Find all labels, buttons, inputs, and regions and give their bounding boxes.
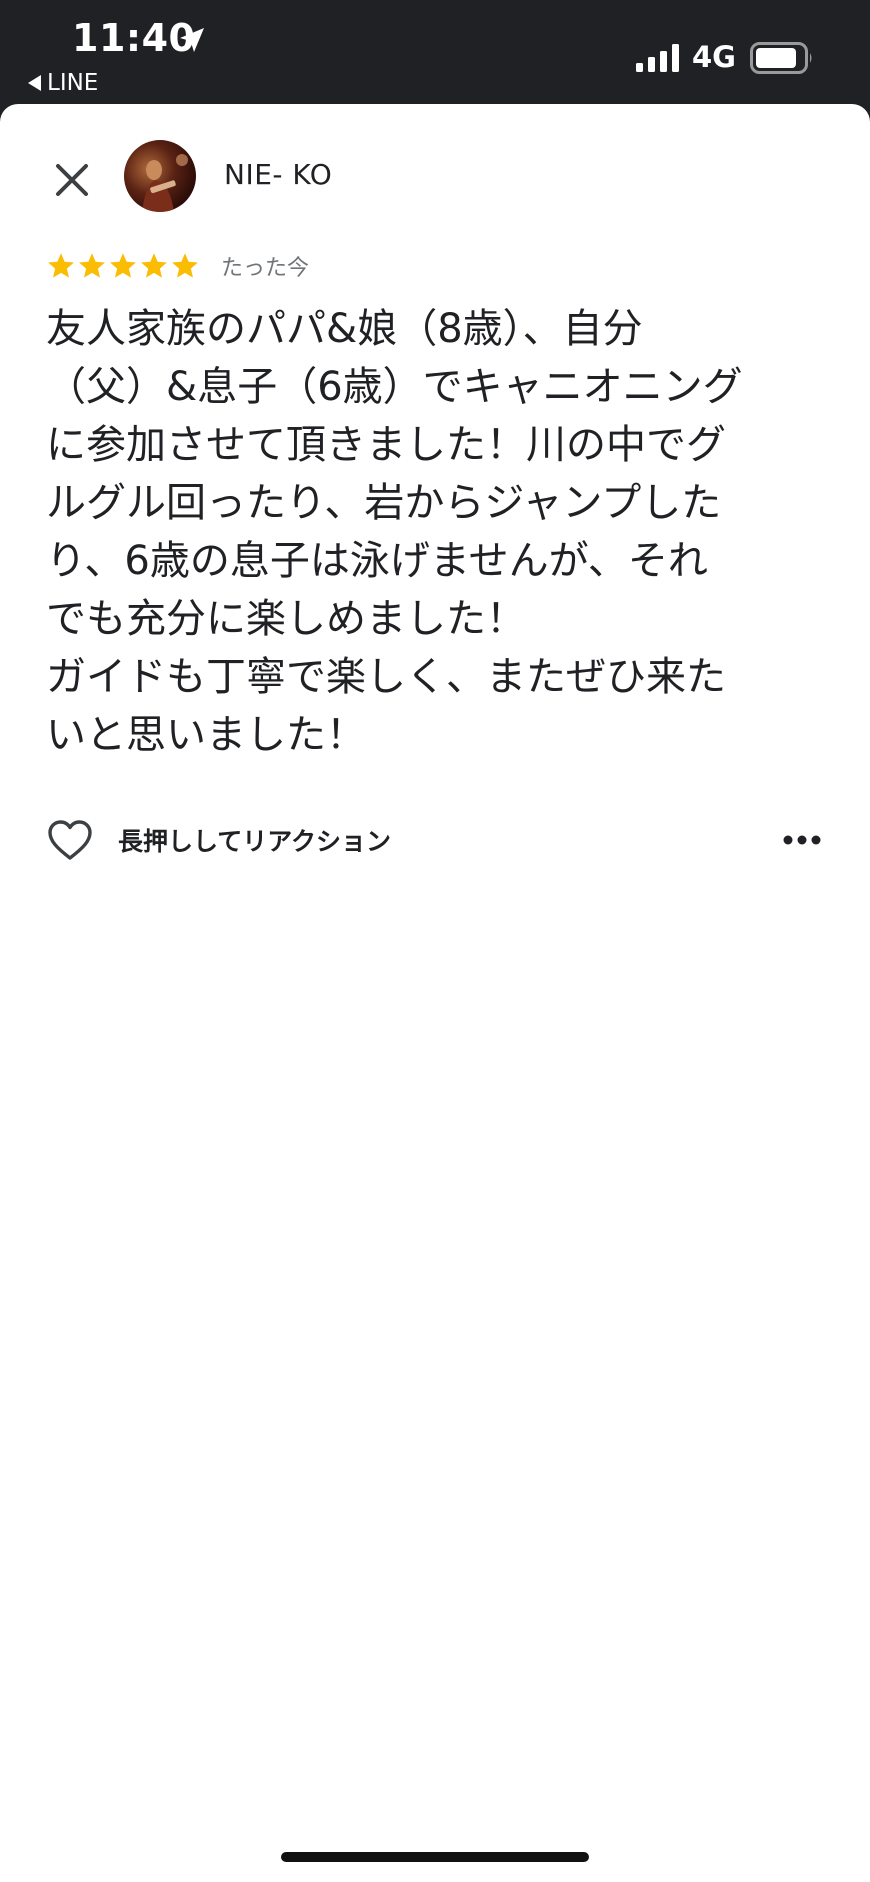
- star-icon: [79, 253, 105, 278]
- star-icon: [172, 253, 198, 278]
- heart-outline-icon: [48, 820, 92, 860]
- status-bar: 11:40 LINE 4G: [0, 0, 870, 108]
- battery-icon: [750, 42, 812, 74]
- home-indicator[interactable]: [281, 1852, 589, 1862]
- avatar: [124, 140, 196, 212]
- more-horizontal-icon: [783, 835, 821, 845]
- location-arrow-icon: [180, 28, 204, 52]
- signal-bars-icon: [636, 44, 679, 72]
- reaction-row: 長押ししてリアクション: [46, 812, 826, 868]
- reaction-label: 長押ししてリアクション: [118, 827, 392, 856]
- back-to-app-link[interactable]: LINE: [28, 70, 98, 96]
- close-button[interactable]: [44, 152, 100, 208]
- star-icon: [141, 253, 167, 278]
- user-name: NIE- KO: [224, 158, 333, 191]
- network-type: 4G: [692, 40, 736, 74]
- review-sheet: NIE- KO たった今 友人家族のパパ&娘（8歳）、自分 （父）&息子（6歳）…: [0, 104, 870, 1882]
- more-options-button[interactable]: [778, 818, 826, 862]
- reaction-button[interactable]: [46, 816, 94, 864]
- back-app-label: LINE: [47, 70, 99, 96]
- review-text: 友人家族のパパ&娘（8歳）、自分 （父）&息子（6歳）でキャニオニング に参加さ…: [46, 306, 743, 758]
- star-icon: [48, 253, 74, 278]
- close-icon: [56, 164, 88, 196]
- star-icon: [110, 253, 136, 278]
- back-triangle-icon: [28, 75, 41, 91]
- rating-row: たった今: [46, 250, 309, 282]
- review-timestamp: たった今: [221, 256, 310, 281]
